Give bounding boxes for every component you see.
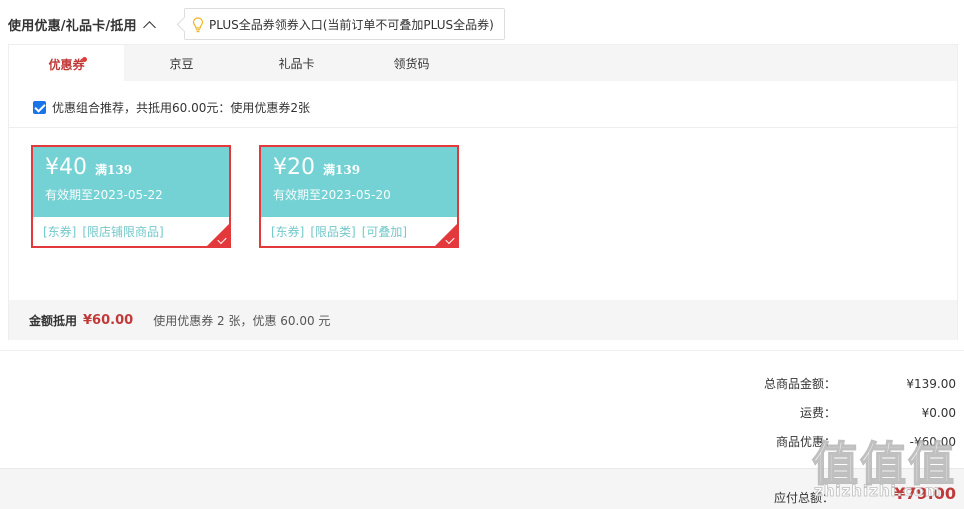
coupon-card[interactable]: ¥20 满139 有效期至2023-05-20 [东券] [限品类] [可叠加]	[259, 145, 459, 248]
divider	[0, 350, 964, 351]
totals-value: ¥139.00	[906, 376, 956, 391]
totals-label: 运费：	[799, 406, 836, 420]
coupon-section-header: 使用优惠/礼品卡/抵用 PLUS全品券领券入口(当前订单不可叠加PLUS全品券)	[8, 8, 505, 40]
coupon-list: ¥40 满139 有效期至2023-05-22 [东券] [限店铺限商品] ¥2…	[31, 145, 459, 248]
totals-label: 总商品金额：	[763, 377, 836, 391]
coupon-header: ¥20 满139 有效期至2023-05-20	[261, 147, 457, 217]
selected-corner	[207, 224, 229, 246]
discount-summary: 金额抵用 ¥60.00 使用优惠券 2 张，优惠 60.00 元	[9, 300, 957, 340]
tab-label: 优惠券	[48, 58, 85, 72]
tab-label: 礼品卡	[278, 57, 315, 71]
coupon-card[interactable]: ¥40 满139 有效期至2023-05-22 [东券] [限店铺限商品]	[31, 145, 231, 248]
coupon-tag: [限品类]	[310, 225, 356, 239]
summary-amount: ¥60.00	[83, 312, 134, 328]
tab-coupons[interactable]: 优惠券	[9, 45, 124, 82]
coupon-tabs: 优惠券 京豆 礼品卡 领货码	[9, 45, 957, 82]
coupon-header: ¥40 满139 有效期至2023-05-22	[33, 147, 229, 217]
selected-corner	[435, 224, 457, 246]
divider	[9, 127, 957, 128]
plus-coupon-tip[interactable]: PLUS全品券领券入口(当前订单不可叠加PLUS全品券)	[184, 8, 505, 40]
recommend-combo: 优惠组合推荐，共抵用60.00元：使用优惠券2张	[33, 99, 310, 116]
coupon-tag: [限店铺限商品]	[82, 225, 164, 239]
coupon-condition: 满139	[323, 163, 361, 177]
coupon-panel: 优惠券 京豆 礼品卡 领货码 优惠组合推荐，共抵用60.00元：使用优惠券2张 …	[8, 44, 958, 340]
coupon-amount-row: ¥20 满139	[273, 155, 457, 180]
coupon-amount: ¥40	[45, 155, 87, 180]
shipping-row: 运费： ¥0.00	[696, 404, 956, 421]
coupon-tag: [东券]	[43, 225, 77, 239]
tab-gift-card[interactable]: 礼品卡	[239, 45, 354, 82]
coupon-validity: 有效期至2023-05-20	[273, 188, 391, 202]
totals-value: ¥0.00	[921, 405, 956, 420]
tip-text: PLUS全品券领券入口(当前订单不可叠加PLUS全品券)	[209, 17, 494, 32]
coupon-tags: [东券] [限店铺限商品]	[33, 217, 229, 240]
section-title: 使用优惠/礼品卡/抵用	[8, 18, 137, 34]
coupon-validity: 有效期至2023-05-22	[45, 188, 163, 202]
coupon-amount: ¥20	[273, 155, 315, 180]
tab-label: 领货码	[393, 57, 430, 71]
summary-description: 使用优惠券 2 张，优惠 60.00 元	[153, 313, 331, 328]
tab-jingdou[interactable]: 京豆	[124, 45, 239, 82]
tab-redeem-code[interactable]: 领货码	[354, 45, 469, 82]
lightbulb-icon	[192, 17, 204, 33]
site-watermark-url: zhizhizhi.com	[814, 482, 942, 501]
coupon-condition: 满139	[95, 163, 133, 177]
summary-label: 金额抵用	[29, 313, 78, 328]
coupon-tag: [东券]	[271, 225, 305, 239]
recommend-text: 优惠组合推荐，共抵用60.00元：使用优惠券2张	[52, 101, 310, 115]
tab-label: 京豆	[169, 57, 194, 71]
recommend-checkbox[interactable]	[33, 101, 46, 114]
chevron-up-icon[interactable]	[142, 20, 156, 34]
coupon-amount-row: ¥40 满139	[45, 155, 229, 180]
total-goods-row: 总商品金额： ¥139.00	[696, 375, 956, 392]
coupon-tags: [东券] [限品类] [可叠加]	[261, 217, 457, 240]
notification-dot	[82, 57, 87, 62]
coupon-tag: [可叠加]	[361, 225, 408, 239]
